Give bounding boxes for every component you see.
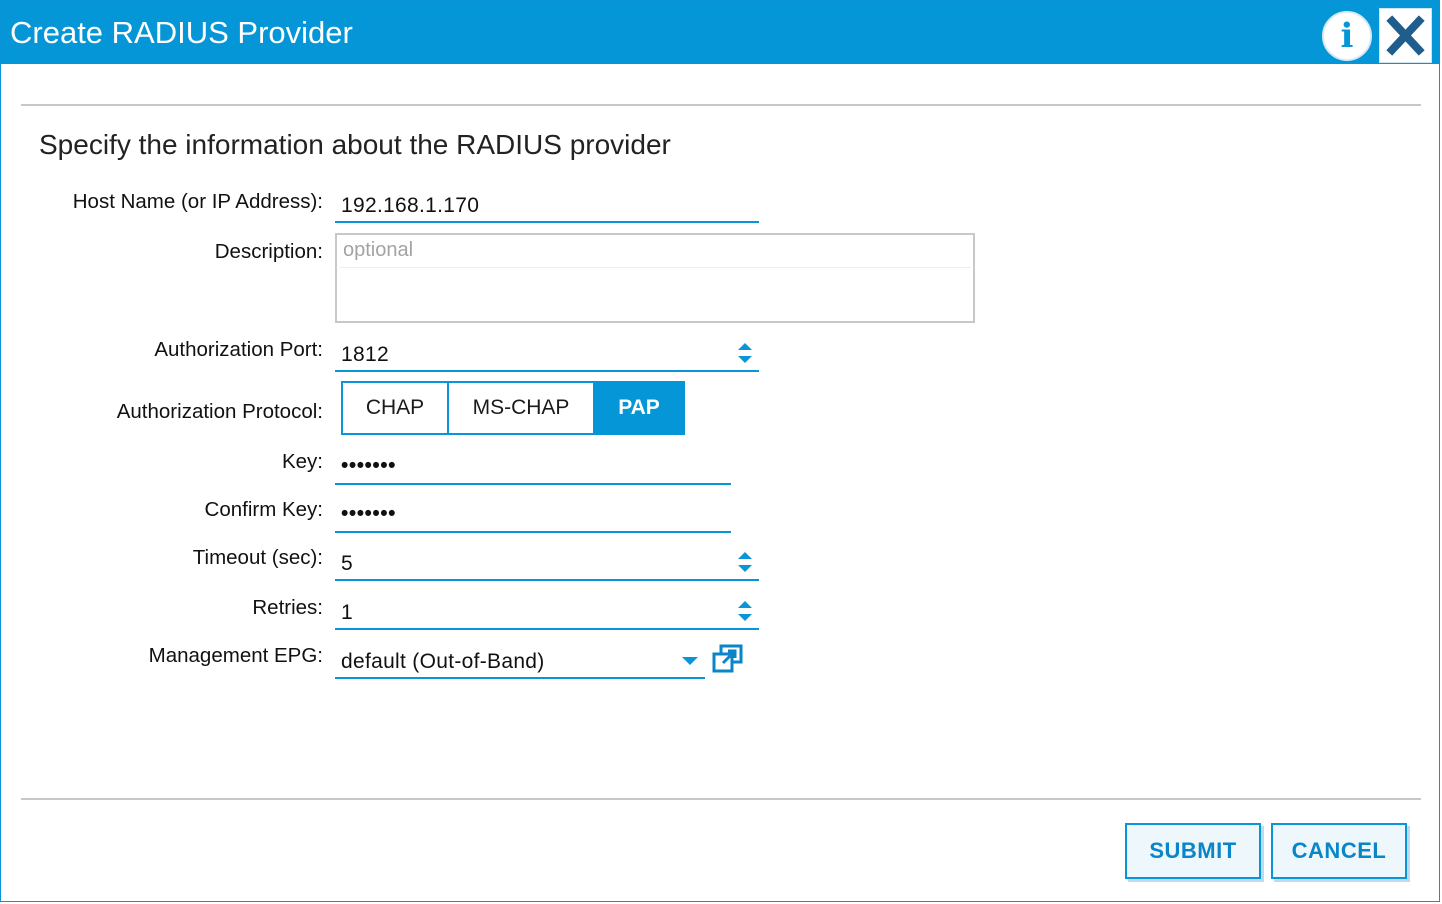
- auth-port-spinner-icon[interactable]: [737, 340, 753, 366]
- protocol-option-chap[interactable]: CHAP: [341, 381, 449, 435]
- management-epg-value: default (Out-of-Band): [341, 650, 545, 673]
- auth-port-label: Authorization Port:: [154, 338, 323, 361]
- retries-value: 1: [341, 601, 353, 624]
- dialog-title: Create RADIUS Provider: [10, 15, 353, 50]
- management-epg-label: Management EPG:: [148, 644, 323, 667]
- protocol-option-pap[interactable]: PAP: [593, 381, 685, 435]
- chevron-down-icon[interactable]: [682, 657, 698, 665]
- cancel-button[interactable]: CANCEL: [1271, 823, 1407, 879]
- retries-input[interactable]: 1: [335, 594, 759, 630]
- retries-spinner-icon[interactable]: [737, 598, 753, 624]
- auth-protocol-segmented-control: CHAP MS-CHAP PAP: [341, 381, 685, 435]
- timeout-value: 5: [341, 552, 353, 575]
- confirm-key-input[interactable]: •••••••: [335, 497, 731, 533]
- key-value: •••••••: [341, 454, 396, 477]
- confirm-key-value: •••••••: [341, 502, 396, 525]
- form-heading: Specify the information about the RADIUS…: [39, 129, 671, 160]
- key-label: Key:: [281, 450, 323, 473]
- auth-protocol-label: Authorization Protocol:: [116, 400, 323, 423]
- retries-label: Retries:: [252, 596, 323, 619]
- key-input[interactable]: •••••••: [335, 449, 731, 485]
- info-icon[interactable]: i: [1322, 11, 1372, 61]
- host-name-value: 192.168.1.170: [341, 194, 480, 217]
- create-radius-provider-dialog: Create RADIUS Provider i Specify the inf…: [0, 0, 1440, 902]
- confirm-key-label: Confirm Key:: [204, 498, 323, 521]
- close-icon[interactable]: [1379, 8, 1432, 63]
- submit-button[interactable]: SUBMIT: [1125, 823, 1261, 879]
- auth-port-input[interactable]: 1812: [335, 336, 759, 372]
- open-external-icon[interactable]: [711, 643, 745, 675]
- description-textarea[interactable]: optional: [335, 233, 975, 323]
- description-label: Description:: [214, 240, 323, 263]
- timeout-label: Timeout (sec):: [192, 546, 323, 569]
- top-divider: [21, 104, 1421, 106]
- description-placeholder: optional: [343, 239, 414, 261]
- description-inner-line: [339, 267, 971, 268]
- host-name-input[interactable]: 192.168.1.170: [335, 187, 759, 223]
- protocol-option-ms-chap[interactable]: MS-CHAP: [447, 381, 595, 435]
- management-epg-select[interactable]: default (Out-of-Band): [335, 643, 705, 679]
- timeout-spinner-icon[interactable]: [737, 549, 753, 575]
- auth-port-value: 1812: [341, 343, 389, 366]
- host-name-label: Host Name (or IP Address):: [72, 190, 323, 213]
- bottom-divider: [21, 798, 1421, 800]
- timeout-input[interactable]: 5: [335, 545, 759, 581]
- dialog-titlebar: Create RADIUS Provider i: [1, 1, 1439, 64]
